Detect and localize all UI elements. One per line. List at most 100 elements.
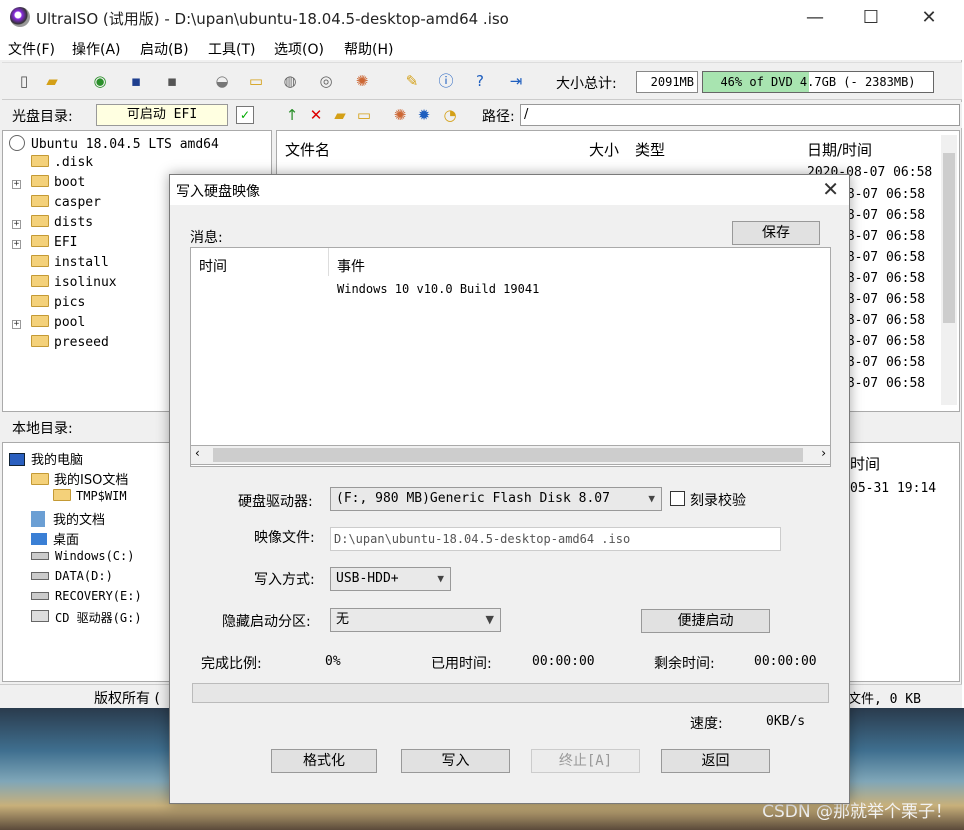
scroll-left-icon[interactable]: ‹: [195, 446, 200, 460]
dialog-title: 写入硬盘映像: [176, 184, 260, 200]
help-icon[interactable]: ?: [470, 71, 490, 91]
file-date: 08-07 06:58: [839, 250, 926, 265]
menu-tools[interactable]: 工具(T): [208, 39, 255, 59]
vertical-scrollbar[interactable]: [941, 135, 957, 405]
tree-item[interactable]: isolinux: [31, 275, 117, 290]
hidden-partition-label: 隐藏启动分区:: [222, 614, 311, 630]
column-header-time[interactable]: 时间: [850, 453, 880, 474]
expand-icon[interactable]: +: [12, 240, 21, 249]
path-field[interactable]: /: [520, 104, 960, 126]
menu-action[interactable]: 操作(A): [72, 39, 121, 59]
column-header-name[interactable]: 文件名: [285, 139, 330, 160]
gear-icon[interactable]: ✹: [414, 105, 434, 125]
drive-select[interactable]: (F:, 980 MB)Generic Flash Disk 8.07 ▼: [330, 487, 662, 511]
settings-icon[interactable]: ✺: [352, 71, 372, 91]
log-horizontal-scrollbar[interactable]: ‹ ›: [190, 445, 831, 465]
cd-drive-icon[interactable]: ◒: [212, 71, 232, 91]
scrollbar-thumb[interactable]: [213, 448, 803, 462]
verify-checkbox[interactable]: [670, 491, 685, 506]
disc-directory-bar: 光盘目录: 可启动 EFI ✓ ↑ ✕ ▰ ▭ ✺ ✹ ◔ 路径: /: [0, 102, 962, 128]
tree-item[interactable]: Windows(C:): [31, 549, 134, 563]
tree-root-computer[interactable]: 我的电脑: [9, 449, 83, 468]
tree-item[interactable]: dists: [31, 215, 93, 230]
expand-icon[interactable]: +: [12, 180, 21, 189]
quick-boot-button[interactable]: 便捷启动: [641, 609, 770, 633]
tree-item[interactable]: 桌面: [31, 529, 79, 548]
write-mode-select[interactable]: USB-HDD+ ▼: [330, 567, 451, 591]
close-button[interactable]: ✕: [906, 4, 952, 32]
app-disc-icon: [10, 7, 30, 27]
save-icon[interactable]: ▪: [126, 71, 146, 91]
new-file-icon[interactable]: ▯: [14, 71, 34, 91]
scrollbar-thumb[interactable]: [943, 153, 955, 323]
chevron-down-icon: ▼: [648, 492, 655, 505]
column-header-date[interactable]: 日期/时间: [807, 139, 872, 160]
menu-options[interactable]: 选项(O): [274, 39, 324, 59]
column-header-type[interactable]: 类型: [635, 139, 665, 160]
scroll-right-icon[interactable]: ›: [821, 446, 826, 460]
hidden-partition-select[interactable]: 无 ▼: [330, 608, 501, 632]
disc-extract-icon[interactable]: ◉: [90, 71, 110, 91]
tree-item[interactable]: 我的ISO文档: [31, 469, 128, 488]
save-button[interactable]: 保存: [732, 221, 820, 245]
file-date: 08-07 06:58: [839, 355, 926, 370]
info-icon[interactable]: ⓘ: [436, 71, 456, 91]
write-button[interactable]: 写入: [401, 749, 510, 773]
folder-icon: [31, 195, 49, 207]
up-arrow-icon[interactable]: ↑: [282, 105, 302, 125]
tree-item[interactable]: boot: [31, 175, 85, 190]
burn-icon[interactable]: ◎: [316, 71, 336, 91]
tree-item[interactable]: casper: [31, 195, 101, 210]
computer-icon: [9, 453, 25, 466]
tree-item[interactable]: .disk: [31, 155, 93, 170]
documents-icon: [31, 511, 45, 527]
tree-item[interactable]: EFI: [31, 235, 77, 250]
tree-item[interactable]: 我的文档: [31, 509, 105, 528]
format-button[interactable]: 格式化: [271, 749, 377, 773]
back-button[interactable]: 返回: [661, 749, 770, 773]
add-icon[interactable]: ✺: [390, 105, 410, 125]
size-total-label: 大小总计:: [556, 76, 617, 92]
menu-boot[interactable]: 启动(B): [140, 39, 189, 59]
expand-icon[interactable]: +: [12, 220, 21, 229]
minimize-button[interactable]: —: [792, 4, 838, 32]
exit-icon[interactable]: ⇥: [506, 71, 526, 91]
properties-icon[interactable]: ✎: [402, 71, 422, 91]
tree-item[interactable]: TMP$WIM: [53, 489, 127, 503]
tree-item[interactable]: install: [31, 255, 109, 270]
save-as-icon[interactable]: ▪: [162, 71, 182, 91]
expand-icon[interactable]: +: [12, 320, 21, 329]
virtual-drive-icon[interactable]: ▭: [246, 71, 266, 91]
speed-label: 速度:: [690, 716, 723, 732]
delete-icon[interactable]: ✕: [306, 105, 326, 125]
dialog-close-button[interactable]: ✕: [822, 177, 839, 201]
checkmark-icon[interactable]: ✓: [236, 106, 254, 124]
elapsed-label: 已用时间:: [431, 656, 492, 672]
image-file-field[interactable]: D:\upan\ubuntu-18.04.5-desktop-amd64 .is…: [330, 527, 781, 551]
message-label: 消息:: [190, 230, 223, 246]
size-total-value: 2091MB: [636, 71, 698, 93]
new-folder-icon[interactable]: ▰: [330, 105, 350, 125]
maximize-button[interactable]: ☐: [848, 4, 894, 32]
file-date: 08-07 06:58: [839, 208, 926, 223]
tree-item[interactable]: CD 驱动器(G:): [31, 609, 142, 626]
folder-icon: [31, 295, 49, 307]
refresh-icon[interactable]: ◔: [440, 105, 460, 125]
tree-item[interactable]: DATA(D:): [31, 569, 113, 583]
rename-icon[interactable]: ▭: [354, 105, 374, 125]
tree-root[interactable]: Ubuntu 18.04.5 LTS amd64: [9, 135, 219, 152]
open-folder-icon[interactable]: ▰: [42, 71, 62, 91]
column-header-size[interactable]: 大小: [589, 139, 619, 160]
chevron-down-icon: ▼: [437, 572, 444, 585]
tree-item[interactable]: pics: [31, 295, 85, 310]
bootable-field[interactable]: 可启动 EFI: [96, 104, 228, 126]
compress-icon[interactable]: ◍: [280, 71, 300, 91]
tree-item[interactable]: RECOVERY(E:): [31, 589, 142, 603]
menu-help[interactable]: 帮助(H): [344, 39, 393, 59]
menu-file[interactable]: 文件(F): [8, 39, 55, 59]
tree-item[interactable]: pool: [31, 315, 85, 330]
log-header-event: 事件: [337, 259, 365, 275]
write-mode-label: 写入方式:: [254, 572, 315, 588]
tree-item[interactable]: preseed: [31, 335, 109, 350]
abort-button[interactable]: 终止[A]: [531, 749, 640, 773]
